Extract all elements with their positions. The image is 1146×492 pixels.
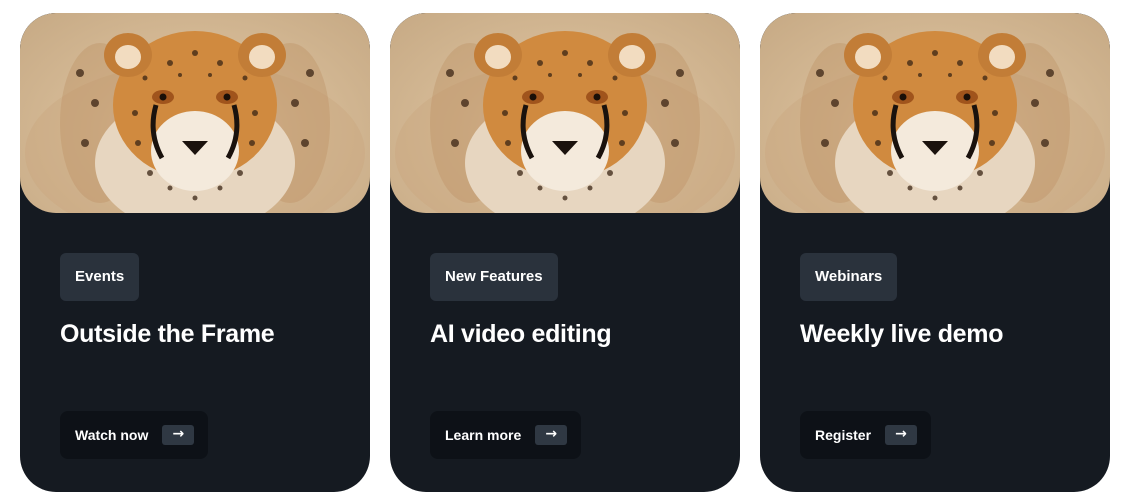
arrow-right-icon: → bbox=[885, 425, 918, 445]
card-image bbox=[20, 13, 370, 213]
card-title[interactable]: AI video editing bbox=[430, 320, 612, 349]
card-webinars[interactable]: Webinars Weekly live demo Register → bbox=[760, 13, 1110, 492]
card-events[interactable]: Events Outside the Frame Watch now → bbox=[20, 13, 370, 492]
arrow-right-icon: → bbox=[162, 425, 195, 445]
cheetah-image bbox=[765, 31, 1105, 213]
cheetah-image bbox=[395, 31, 735, 213]
card-title[interactable]: Outside the Frame bbox=[60, 320, 275, 349]
learn-more-button[interactable]: Learn more → bbox=[430, 411, 582, 459]
arrow-right-icon: → bbox=[535, 425, 568, 445]
category-tag[interactable]: Events bbox=[60, 253, 140, 301]
card-image bbox=[390, 13, 740, 213]
button-label: Learn more bbox=[445, 427, 522, 443]
category-tag[interactable]: New Features bbox=[430, 253, 558, 301]
category-tag[interactable]: Webinars bbox=[800, 253, 898, 301]
card-image bbox=[760, 13, 1110, 213]
register-button[interactable]: Register → bbox=[800, 411, 932, 459]
cheetah-image bbox=[25, 31, 365, 213]
button-label: Watch now bbox=[75, 427, 149, 443]
card-title[interactable]: Weekly live demo bbox=[800, 320, 1003, 349]
watch-now-button[interactable]: Watch now → bbox=[60, 411, 209, 459]
button-label: Register bbox=[815, 427, 872, 443]
card-grid: Events Outside the Frame Watch now → New… bbox=[0, 0, 1146, 492]
card-new-features[interactable]: New Features AI video editing Learn more… bbox=[390, 13, 740, 492]
